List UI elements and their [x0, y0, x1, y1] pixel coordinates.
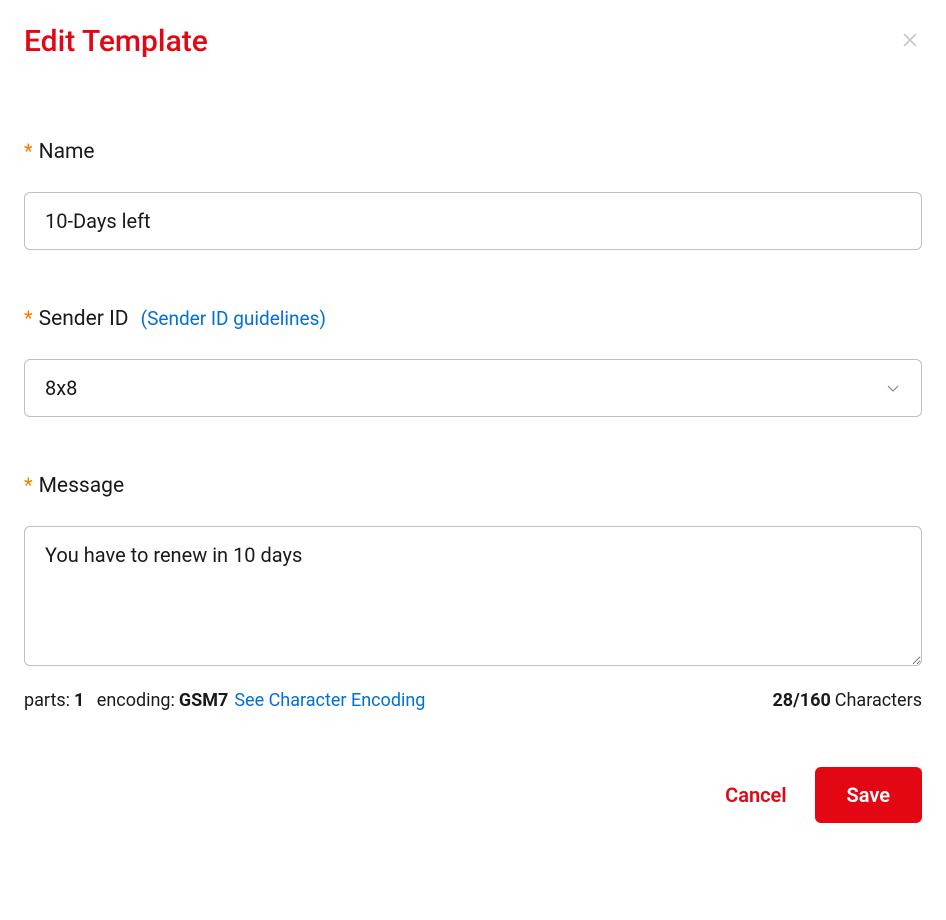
required-indicator: *: [24, 306, 33, 330]
sender-id-guidelines-link[interactable]: (Sender ID guidelines): [141, 307, 326, 330]
save-button[interactable]: Save: [815, 767, 922, 823]
character-label: Characters: [835, 690, 922, 711]
name-input[interactable]: [24, 192, 922, 250]
close-icon: [902, 31, 918, 54]
message-label: Message: [39, 474, 125, 498]
sender-id-select[interactable]: 8x8: [24, 359, 922, 417]
sender-id-value: 8x8: [45, 376, 885, 400]
name-label: Name: [39, 140, 95, 164]
encoding-value: GSM7: [179, 690, 228, 711]
parts-label: parts:: [24, 690, 70, 711]
modal-title: Edit Template: [24, 24, 208, 59]
chevron-down-icon: [885, 380, 901, 396]
sender-id-label: Sender ID: [39, 307, 129, 331]
close-button[interactable]: [898, 30, 922, 54]
cancel-button[interactable]: Cancel: [725, 783, 786, 807]
character-count: 28/160: [772, 690, 830, 711]
see-character-encoding-link[interactable]: See Character Encoding: [234, 690, 425, 711]
parts-value: 1: [74, 690, 84, 711]
required-indicator: *: [24, 139, 33, 163]
required-indicator: *: [24, 473, 33, 497]
encoding-label: encoding:: [97, 690, 175, 711]
message-textarea[interactable]: You have to renew in 10 days: [24, 526, 922, 666]
